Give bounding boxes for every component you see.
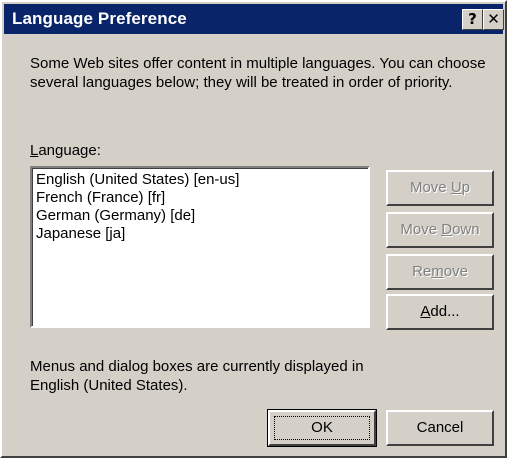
language-label: Language: — [30, 142, 101, 159]
list-item[interactable]: English (United States) [en-us] — [32, 171, 368, 189]
remove-button[interactable]: Remove — [386, 254, 494, 290]
move-up-label-post: p — [461, 179, 471, 196]
question-mark-icon: ? — [468, 10, 477, 28]
language-listbox[interactable]: English (United States) [en-us] French (… — [30, 166, 370, 328]
list-item[interactable]: German (Germany) [de] — [32, 207, 368, 225]
move-down-label-accel: D — [441, 221, 453, 238]
title-bar[interactable]: Language Preference ? ✕ — [4, 4, 504, 34]
list-item[interactable]: French (France) [fr] — [32, 189, 368, 207]
remove-label-pre: Re — [412, 263, 432, 280]
move-up-label-pre: Move — [409, 179, 451, 196]
add-label-post: dd... — [430, 303, 460, 320]
dialog-title: Language Preference — [12, 9, 187, 28]
description-text: Some Web sites offer content in multiple… — [30, 55, 486, 91]
cancel-button[interactable]: Cancel — [386, 410, 494, 446]
ok-button[interactable]: OK — [267, 409, 377, 447]
cancel-label: Cancel — [416, 419, 464, 436]
status-text: Menus and dialog boxes are currently dis… — [30, 358, 364, 394]
remove-label-post: ove — [443, 263, 468, 280]
move-down-label-post: own — [452, 221, 480, 238]
add-button[interactable]: Add... — [386, 294, 494, 330]
move-up-label-accel: U — [450, 179, 462, 196]
add-label-accel: A — [420, 303, 431, 320]
move-up-button[interactable]: Move Up — [386, 170, 494, 206]
list-item[interactable]: Japanese [ja] — [32, 225, 368, 243]
move-down-label-pre: Move — [400, 221, 442, 238]
focus-rectangle — [274, 416, 370, 440]
language-label-rest: anguage: — [38, 142, 101, 159]
language-preference-dialog: Language Preference ? ✕ Some Web sites o… — [0, 0, 507, 458]
help-button[interactable]: ? — [462, 9, 483, 30]
close-button[interactable]: ✕ — [483, 9, 504, 30]
remove-label-accel: m — [431, 263, 444, 280]
move-down-button[interactable]: Move Down — [386, 212, 494, 248]
close-icon: ✕ — [487, 10, 500, 28]
